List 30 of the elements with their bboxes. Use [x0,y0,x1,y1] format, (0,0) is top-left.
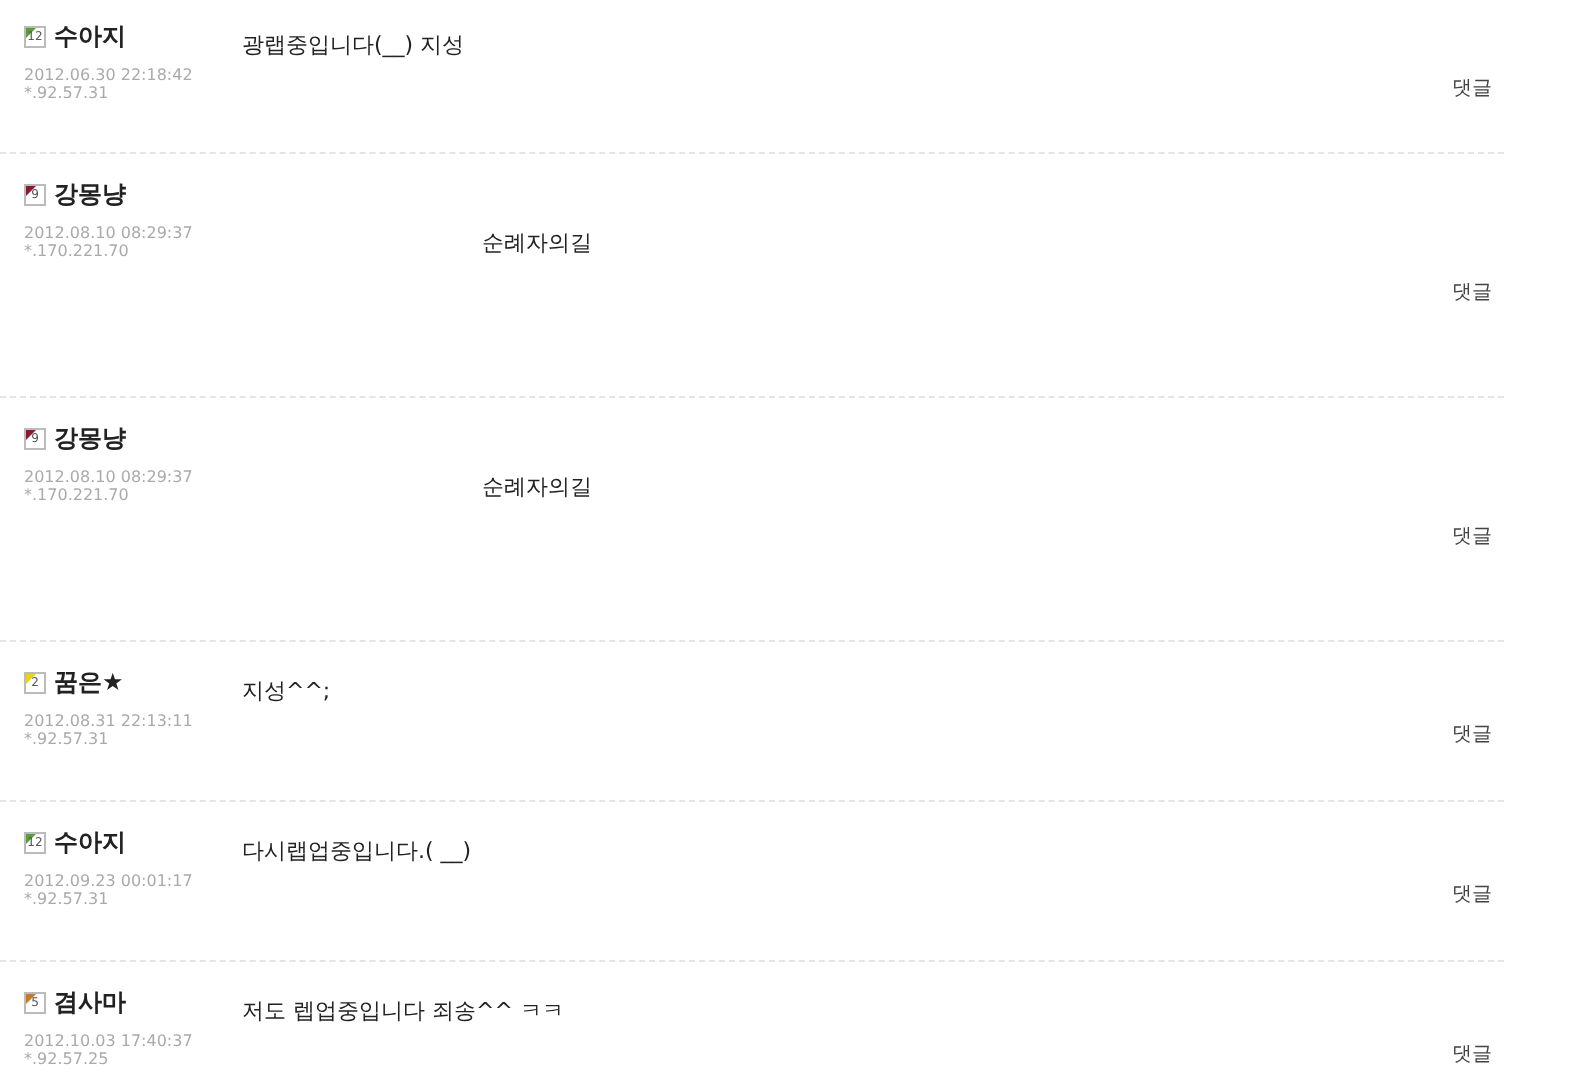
ip-address: *.170.221.70 [24,486,131,506]
author-name: 강몽냥 [54,178,126,212]
comment-text: 광랩중입니다(__) 지성 [242,32,465,58]
reply-link[interactable]: 댓글 [1452,880,1492,910]
comment-date: 2012.08.10 08:29:37 [24,224,195,242]
comment-date: 2012.06.30 22:18:42 [24,66,195,84]
reply-link[interactable]: 댓글 [1452,720,1492,750]
comment-text: 지성^^; [242,678,331,704]
comment-text: 순례자의길 [482,474,592,500]
comment-date: 2012.08.31 22:13:11 [24,712,195,730]
reply-link[interactable]: 댓글 [1452,74,1492,104]
comment-text: 순례자의길 [482,230,592,256]
comment-text: 다시랩업중입니다.( __) [242,838,472,864]
reply-link[interactable]: 댓글 [1452,1040,1492,1070]
ip-address: *.92.57.25 [24,1050,111,1070]
author-name: 강몽냥 [54,422,126,456]
author-name: 수아지 [54,20,126,54]
comment-text: 저도 렙업중입니다 죄송^^ ㅋㅋ [242,998,564,1024]
reply-link[interactable]: 댓글 [1452,278,1492,308]
author-name: 겸사마 [54,986,126,1020]
ip-address: *.92.57.31 [24,730,111,750]
reply-link[interactable]: 댓글 [1452,522,1492,552]
comment-date: 2012.08.10 08:29:37 [24,468,195,486]
ip-address: *.170.221.70 [24,242,131,262]
author-name: 꿈은★ [54,666,124,700]
ip-address: *.92.57.31 [24,84,111,104]
ip-address: *.92.57.31 [24,890,111,910]
author-name: 수아지 [54,826,126,860]
comment-date: 2012.09.23 00:01:17 [24,872,195,890]
comment-date: 2012.10.03 17:40:37 [24,1032,195,1050]
